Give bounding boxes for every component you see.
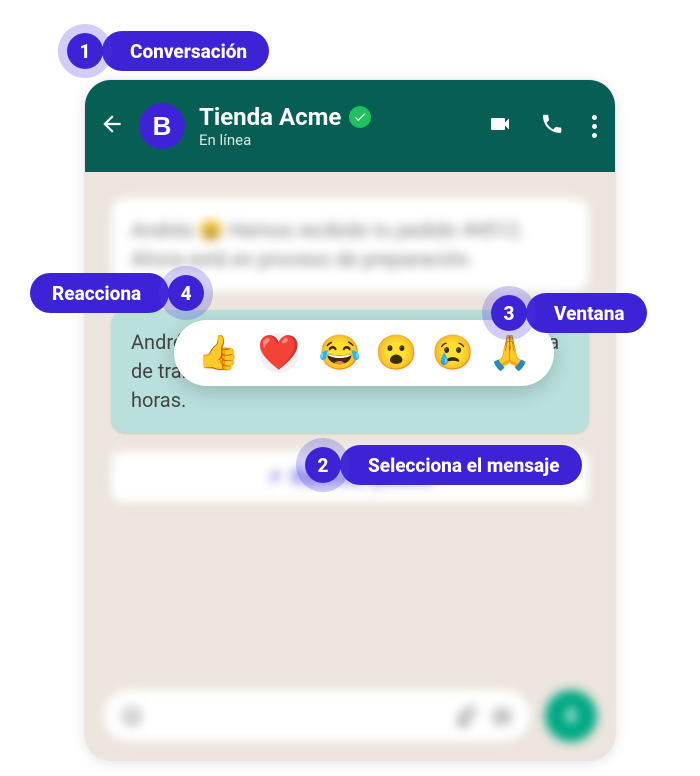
callout-number: 1 [67,33,103,69]
avatar[interactable]: B [139,103,185,149]
message-text: Andrés 😄 Hemos recibido tu pedido #4512.… [131,218,525,271]
chat-window: B Tienda Acme En línea [85,80,615,760]
verified-icon [349,106,371,128]
callout-label: Ventana [526,293,647,333]
attach-icon[interactable] [455,705,477,727]
input-bar [103,690,597,742]
message-input[interactable] [103,690,531,742]
reaction-thumbs-up[interactable]: 👍 [197,336,239,370]
video-call-icon[interactable] [488,112,512,140]
callout-3: 3 Ventana [482,286,647,340]
title-block[interactable]: Tienda Acme En línea [199,104,371,149]
callout-1: 1 Conversación [58,24,269,78]
back-icon[interactable] [99,111,125,141]
reaction-laugh[interactable]: 😂 [318,336,360,370]
callout-number: 2 [305,447,341,483]
more-icon[interactable] [592,115,597,138]
callout-number: 4 [168,275,204,311]
callout-2: 2 Selecciona el mensaje [296,438,582,492]
status-text: En línea [199,132,371,149]
reaction-heart[interactable]: ❤️ [254,332,304,374]
voice-call-icon[interactable] [540,112,564,140]
contact-name: Tienda Acme [199,104,341,130]
callout-4: 4 Reacciona [30,266,213,320]
header-actions [488,112,597,140]
callout-label: Selecciona el mensaje [340,445,582,485]
camera-icon[interactable] [491,705,513,727]
avatar-letter: B [153,111,172,142]
callout-label: Reacciona [30,273,169,313]
reaction-sad[interactable]: 😢 [432,336,474,370]
reaction-wow[interactable]: 😮 [375,336,417,370]
chat-header: B Tienda Acme En línea [85,80,615,172]
callout-number: 3 [491,295,527,331]
emoji-icon[interactable] [121,705,143,727]
callout-label: Conversación [102,31,269,71]
mic-button[interactable] [545,690,597,742]
reaction-pray[interactable]: 🙏 [488,336,530,370]
